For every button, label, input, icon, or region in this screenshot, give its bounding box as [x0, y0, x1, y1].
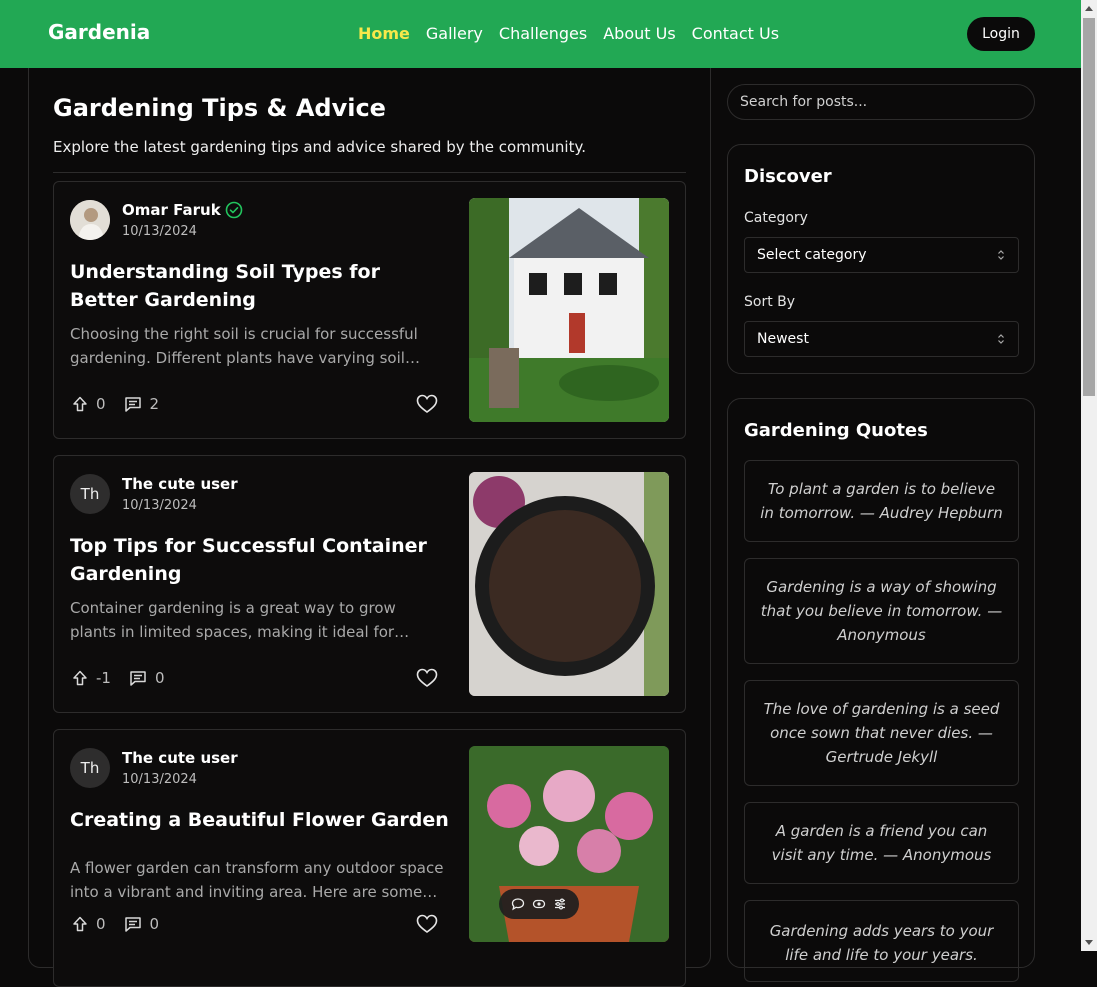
favorite-heart-icon[interactable] — [416, 668, 438, 688]
comment-count: 2 — [149, 395, 160, 413]
brand-logo[interactable]: Gardenia — [48, 20, 150, 44]
comment-count: 0 — [149, 915, 160, 933]
discover-card: Discover Category Select category Sort B… — [727, 144, 1035, 374]
page-scrollbar[interactable] — [1081, 0, 1097, 951]
nav-link-home[interactable]: Home — [358, 24, 410, 43]
nav-link-challenges[interactable]: Challenges — [499, 24, 587, 43]
sliders-settings-icon[interactable] — [553, 897, 567, 911]
scroll-down-arrow-icon[interactable] — [1085, 940, 1093, 945]
avatar[interactable] — [70, 200, 110, 240]
house-photo-icon — [469, 198, 669, 422]
nav-link-gallery[interactable]: Gallery — [426, 24, 483, 43]
quote-item: A garden is a friend you can visit any t… — [744, 802, 1019, 884]
quote-item: To plant a garden is to believe in tomor… — [744, 460, 1019, 542]
user-photo-icon — [70, 200, 110, 240]
chat-bubble-icon[interactable] — [511, 897, 525, 911]
nav-link-contact-us[interactable]: Contact Us — [692, 24, 779, 43]
favorite-heart-icon[interactable] — [416, 914, 438, 934]
chevron-up-down-icon — [998, 334, 1004, 344]
post-stats: 0 2 — [72, 395, 177, 413]
comment-button[interactable]: 0 — [129, 669, 165, 687]
post-stats: -1 0 — [72, 669, 183, 687]
soil-pot-photo-icon — [469, 472, 669, 696]
category-label: Category — [744, 210, 808, 226]
favorite-heart-icon[interactable] — [416, 394, 438, 414]
nav-links: Home Gallery Challenges About Us Contact… — [358, 24, 779, 43]
category-select[interactable]: Select category — [744, 237, 1019, 273]
scroll-thumb[interactable] — [1083, 18, 1095, 396]
post-image-house-garden[interactable] — [469, 198, 669, 422]
login-button[interactable]: Login — [967, 17, 1035, 51]
top-navbar: Gardenia Home Gallery Challenges About U… — [0, 0, 1081, 68]
gardening-quotes-card: Gardening Quotes To plant a garden is to… — [727, 398, 1035, 982]
page-title: Gardening Tips & Advice — [53, 94, 386, 122]
upvote-button[interactable]: -1 — [72, 669, 111, 687]
sort-by-select[interactable]: Newest — [744, 321, 1019, 357]
post-image-container-soil[interactable] — [469, 472, 669, 696]
avatar[interactable]: Th — [70, 474, 110, 514]
post-excerpt: Container gardening is a great way to gr… — [70, 599, 396, 641]
quote-item: Gardening is a way of showing that you b… — [744, 558, 1019, 664]
comment-icon — [130, 671, 146, 686]
upvote-arrow-icon — [73, 396, 87, 412]
quotes-title: Gardening Quotes — [744, 420, 928, 441]
upvote-button[interactable]: 0 — [72, 395, 106, 413]
post-excerpt: Choosing the right soil is crucial for s… — [70, 325, 418, 367]
posts-panel: Gardening Tips & Advice Explore the late… — [28, 68, 711, 987]
post-excerpt: A flower garden can transform any outdoo… — [70, 859, 444, 901]
post-title[interactable]: Top Tips for Successful Container Garden… — [70, 532, 450, 588]
upvote-button[interactable]: 0 — [72, 915, 106, 933]
post-date: 10/13/2024 — [122, 772, 197, 787]
post-date: 10/13/2024 — [122, 224, 197, 239]
comment-button[interactable]: 0 — [124, 915, 160, 933]
image-action-toolbar — [499, 889, 579, 919]
post-title[interactable]: Creating a Beautiful Flower Garden — [70, 806, 450, 834]
comment-icon — [124, 917, 141, 932]
category-select-value: Select category — [757, 247, 867, 263]
sort-by-label: Sort By — [744, 294, 796, 310]
post-author[interactable]: The cute user — [122, 475, 238, 493]
search-input[interactable] — [727, 84, 1035, 120]
upvote-count: 0 — [96, 915, 106, 933]
author-name: The cute user — [122, 475, 238, 493]
author-name: The cute user — [122, 749, 238, 767]
author-name: Omar Faruk — [122, 201, 221, 219]
upvote-count: 0 — [96, 395, 106, 413]
chevron-up-down-icon — [998, 250, 1004, 260]
quote-item: The love of gardening is a seed once sow… — [744, 680, 1019, 786]
post-card[interactable]: Omar Faruk 10/13/2024 Understanding Soil… — [53, 181, 686, 439]
discover-title: Discover — [744, 166, 832, 187]
post-card[interactable]: Th The cute user 10/13/2024 Top Tips for… — [53, 455, 686, 713]
avatar[interactable]: Th — [70, 748, 110, 788]
post-author[interactable]: The cute user — [122, 749, 238, 767]
nav-link-about-us[interactable]: About Us — [603, 24, 675, 43]
verified-badge-icon — [225, 201, 242, 219]
comment-count: 0 — [154, 669, 165, 687]
upvote-arrow-icon — [73, 670, 87, 686]
scroll-up-arrow-icon[interactable] — [1085, 6, 1093, 11]
post-image-flower-garden[interactable] — [469, 746, 669, 942]
quote-item: Gardening adds years to your life and li… — [744, 900, 1019, 982]
comment-icon — [124, 397, 141, 412]
upvote-arrow-icon — [73, 916, 87, 932]
post-card[interactable]: Th The cute user 10/13/2024 Creating a B… — [53, 729, 686, 987]
divider — [53, 172, 686, 173]
upvote-count: -1 — [96, 669, 111, 687]
post-author[interactable]: Omar Faruk — [122, 201, 243, 219]
comment-button[interactable]: 2 — [124, 395, 160, 413]
eye-view-icon[interactable] — [532, 897, 546, 911]
post-title[interactable]: Understanding Soil Types for Better Gard… — [70, 258, 450, 314]
page-subtitle: Explore the latest gardening tips and ad… — [53, 138, 586, 156]
post-stats: 0 0 — [72, 915, 177, 933]
sort-by-select-value: Newest — [757, 331, 809, 347]
post-date: 10/13/2024 — [122, 498, 197, 513]
